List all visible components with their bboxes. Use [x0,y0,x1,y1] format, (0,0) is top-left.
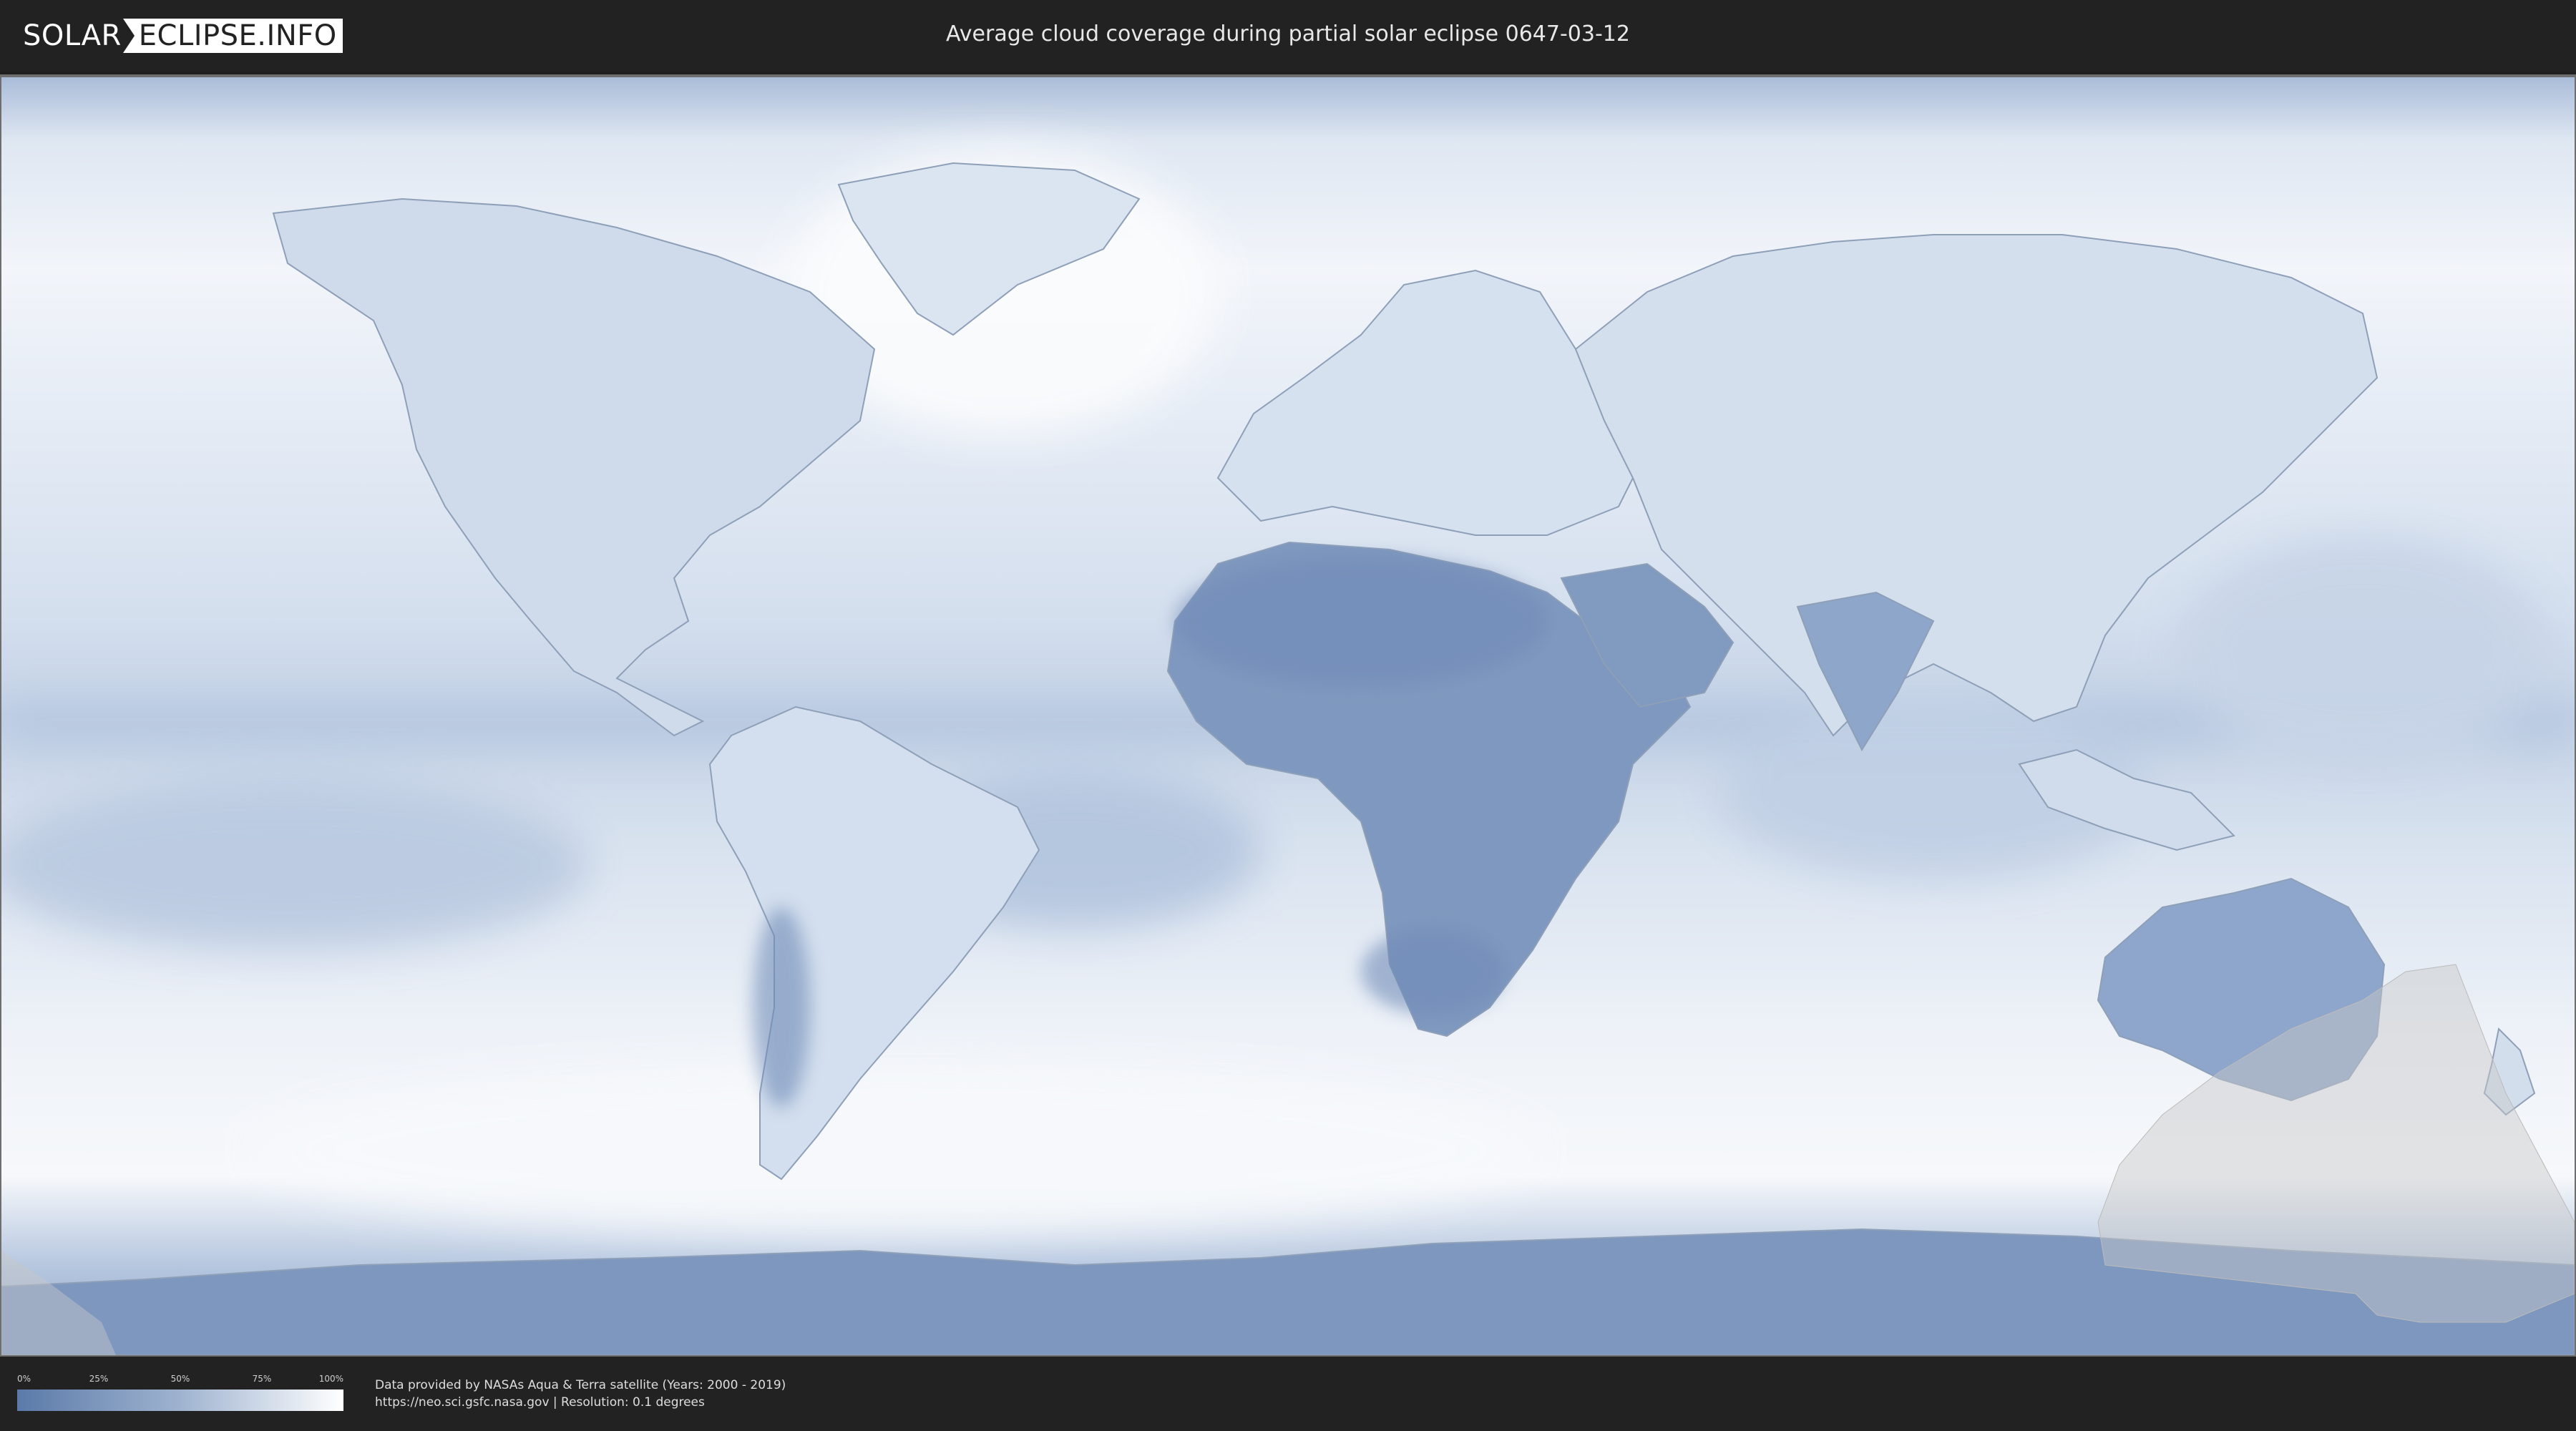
logo-arrow-icon [122,19,135,53]
legend-tick-50: 50% [170,1374,190,1384]
data-credit: Data provided by NASAs Aqua & Terra sate… [375,1377,786,1411]
header-bar: SOLAR ECLIPSE.INFO Average cloud coverag… [0,0,2576,72]
page-title: Average cloud coverage during partial so… [946,21,1630,47]
cloud-coverage-map [1,77,2575,1355]
credit-line-url[interactable]: https://neo.sci.gsfc.nasa.gov | Resoluti… [375,1394,786,1411]
logo-text-eclipse-info: ECLIPSE.INFO [138,19,337,52]
credit-line-source: Data provided by NASAs Aqua & Terra sate… [375,1378,786,1392]
legend-tick-75: 75% [252,1374,272,1384]
site-logo[interactable]: SOLAR ECLIPSE.INFO [23,19,343,53]
logo-box: ECLIPSE.INFO [122,19,343,53]
legend-tick-100: 100% [318,1374,343,1384]
cloud-coverage-legend: 0% 25% 50% 75% 100% [17,1374,343,1414]
legend-tick-labels: 0% 25% 50% 75% 100% [17,1374,343,1385]
legend-tick-25: 25% [89,1374,109,1384]
logo-text-solar: SOLAR [23,19,122,52]
legend-tick-0: 0% [17,1374,31,1384]
legend-gradient-bar [17,1390,343,1411]
